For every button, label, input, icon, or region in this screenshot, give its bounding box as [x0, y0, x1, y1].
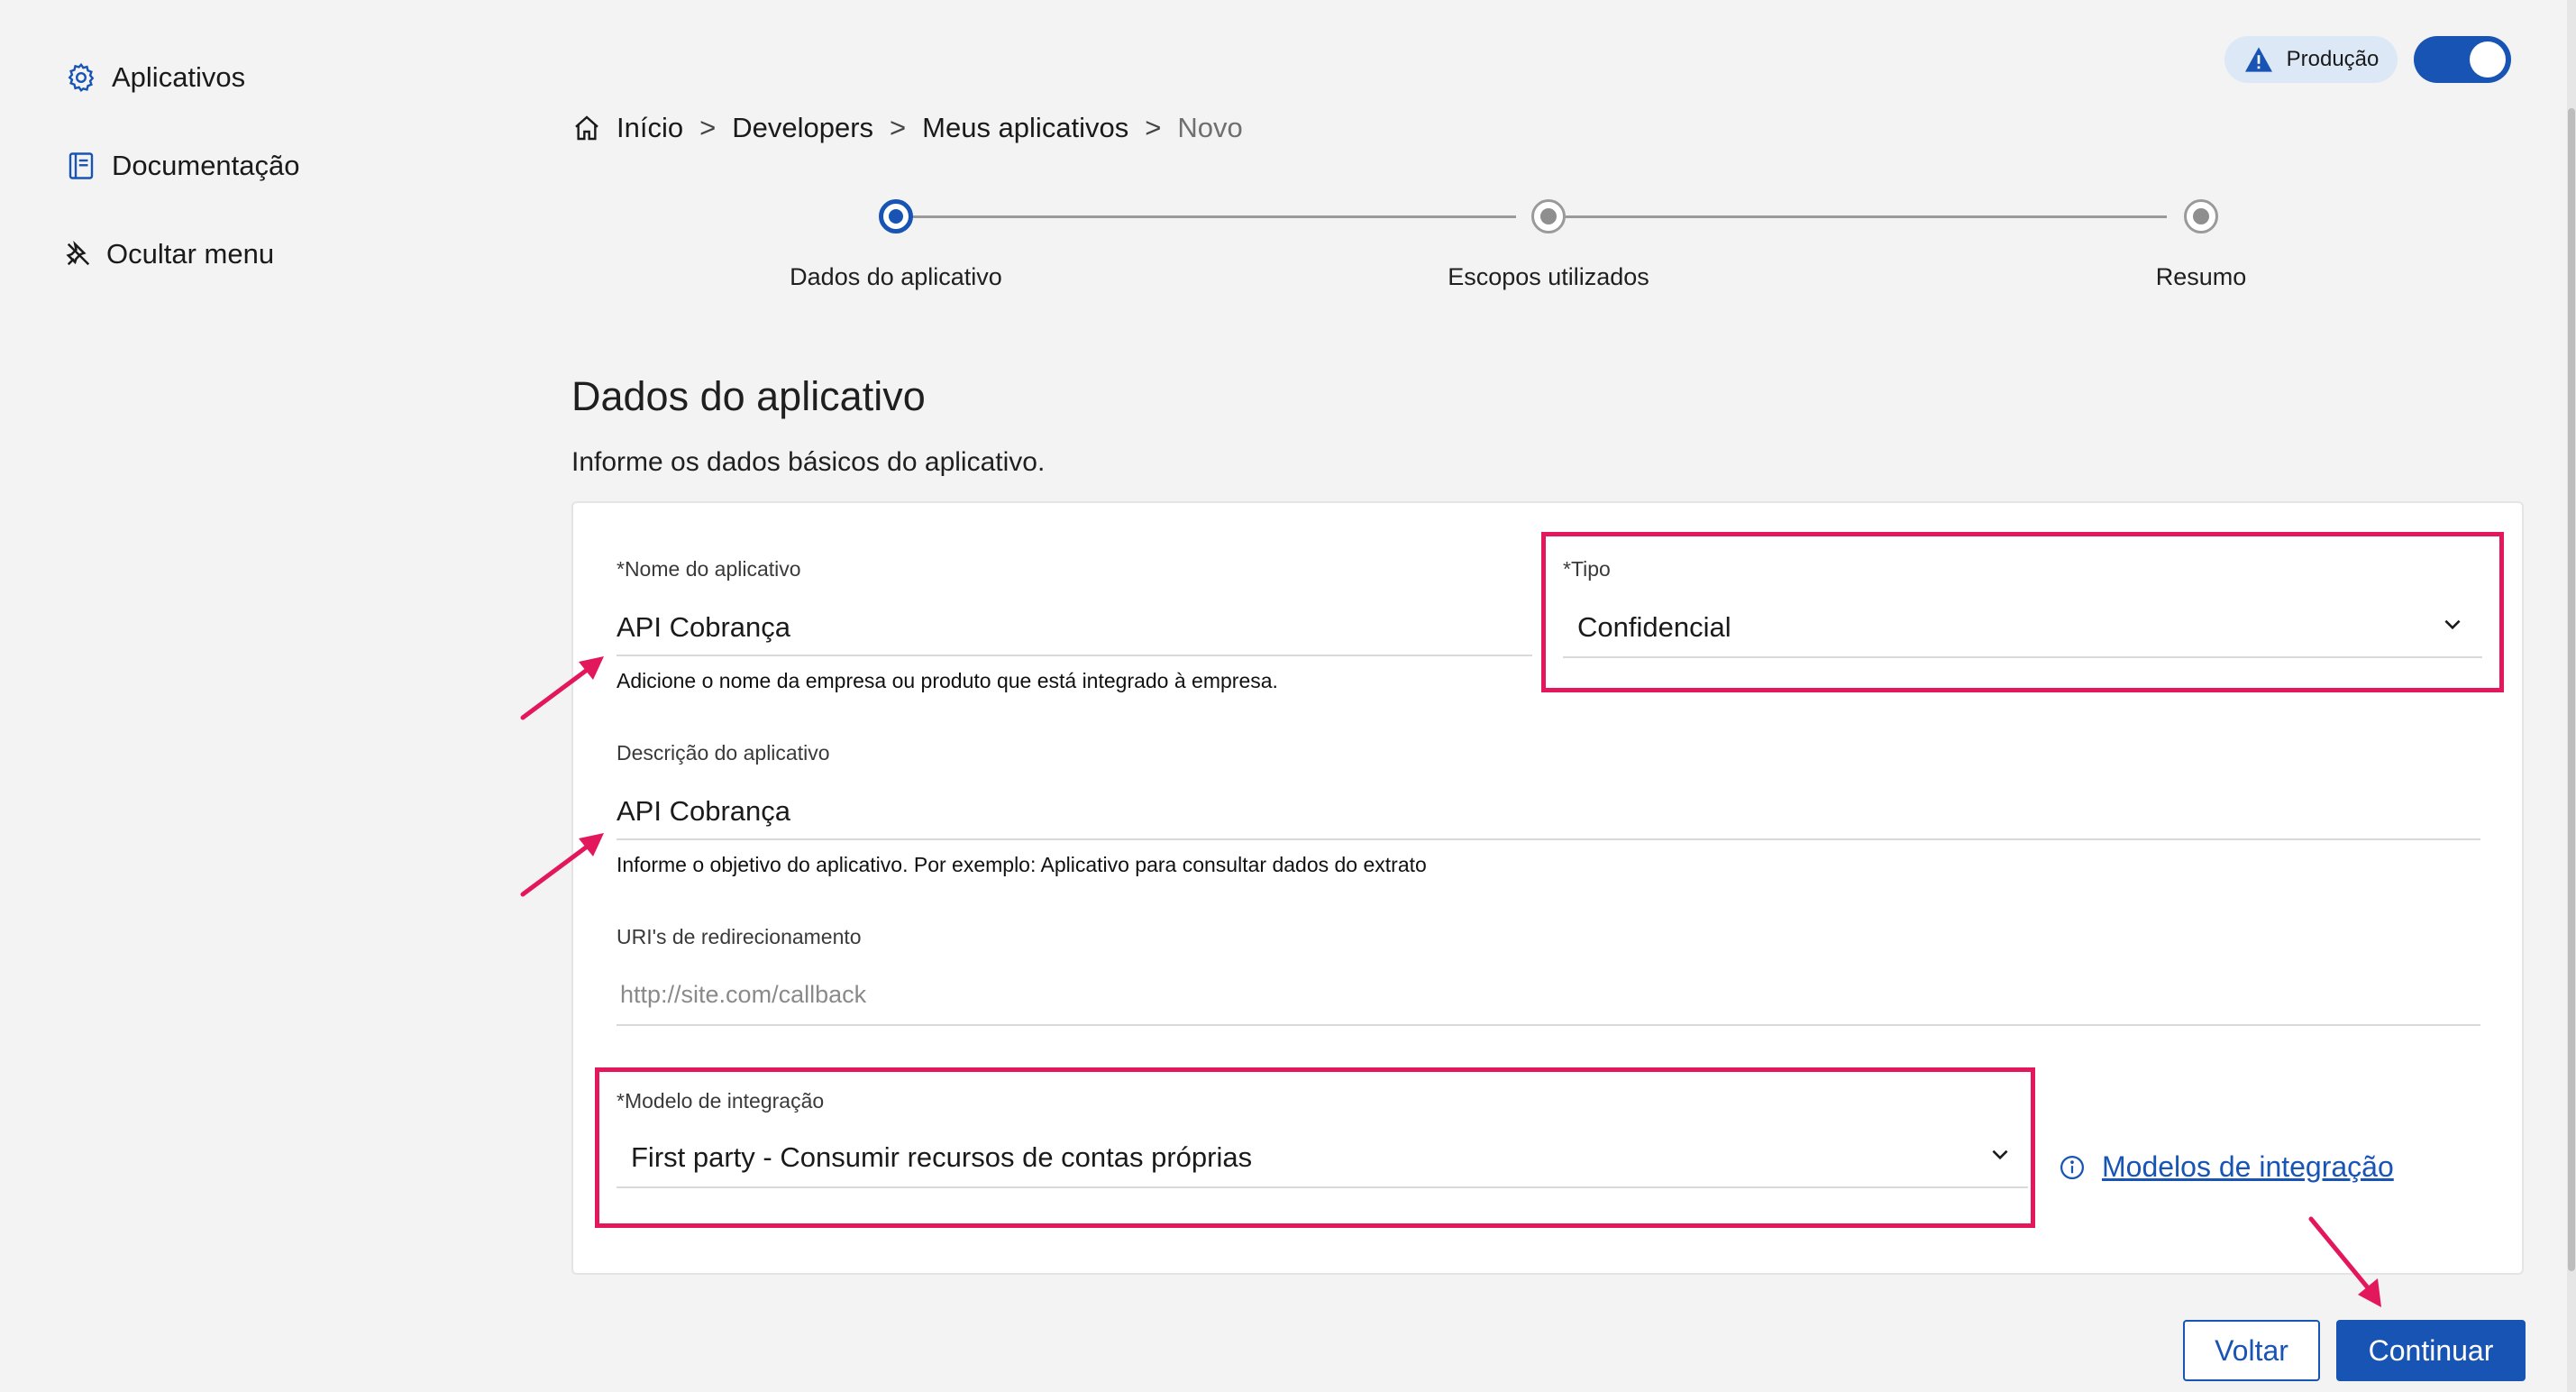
description-field-help: Informe o objetivo do aplicativo. Por ex… — [617, 853, 1427, 876]
integration-models-link-label: Modelos de integração — [2102, 1150, 2394, 1183]
gear-icon — [68, 62, 95, 92]
scrollbar-thumb[interactable] — [2568, 108, 2575, 1271]
description-field-underline — [617, 838, 2480, 840]
step-1-indicator — [879, 199, 913, 234]
annotation-highlight-integration-model — [595, 1067, 2035, 1228]
annotation-arrow — [520, 656, 604, 720]
name-field-label: *Nome do aplicativo — [617, 557, 801, 581]
annotation-highlight-type — [1541, 532, 2504, 692]
sidebar-item-documentacao[interactable]: Documentação — [65, 150, 300, 182]
breadcrumb-separator: > — [890, 112, 907, 143]
integration-models-link[interactable]: Modelos de integração — [2059, 1150, 2394, 1184]
scrollbar[interactable] — [2567, 0, 2576, 1392]
name-field[interactable]: API Cobrança — [617, 611, 790, 644]
stepper-connector — [1565, 215, 2167, 218]
description-field-label: Descrição do aplicativo — [617, 741, 830, 765]
sidebar-item-label: Aplicativos — [112, 61, 246, 93]
step-1-label: Dados do aplicativo — [790, 263, 1002, 290]
breadcrumb: Início > Developers > Meus aplicativos >… — [571, 112, 1243, 144]
annotation-arrow — [2308, 1216, 2381, 1307]
sidebar-item-label: Ocultar menu — [106, 238, 275, 270]
environment-badge: Produção — [2224, 36, 2398, 83]
stepper-connector — [912, 215, 1516, 218]
environment-label: Produção — [2286, 47, 2380, 71]
breadcrumb-separator: > — [1145, 112, 1162, 143]
step-3-indicator — [2184, 199, 2218, 234]
breadcrumb-meus-aplicativos[interactable]: Meus aplicativos — [922, 112, 1128, 144]
redirect-uri-label: URI's de redirecionamento — [617, 925, 862, 948]
sidebar: Aplicativos Documentação Ocultar menu — [0, 0, 505, 1392]
environment-toggle[interactable] — [2414, 36, 2511, 83]
annotation-arrow — [520, 833, 604, 897]
breadcrumb-developers[interactable]: Developers — [732, 112, 873, 144]
page-title: Dados do aplicativo — [571, 373, 926, 419]
sidebar-item-label: Documentação — [112, 150, 300, 181]
breadcrumb-separator: > — [699, 112, 717, 143]
unpin-icon — [66, 241, 90, 266]
name-field-help: Adicione o nome da empresa ou produto qu… — [617, 669, 1278, 692]
sidebar-item-aplicativos[interactable]: Aplicativos — [65, 61, 245, 94]
back-button[interactable]: Voltar — [2183, 1320, 2320, 1381]
redirect-uri-input[interactable]: http://site.com/callback — [620, 981, 866, 1009]
step-2-indicator — [1531, 199, 1566, 234]
redirect-uri-underline — [617, 1024, 2480, 1026]
warning-icon — [2244, 47, 2272, 72]
sidebar-item-ocultar-menu[interactable]: Ocultar menu — [65, 238, 274, 270]
step-2-label: Escopos utilizados — [1448, 263, 1649, 290]
home-icon[interactable] — [571, 114, 602, 142]
continue-button[interactable]: Continuar — [2336, 1320, 2526, 1381]
page-subtitle: Informe os dados básicos do aplicativo. — [571, 447, 1046, 477]
step-3-label: Resumo — [2155, 263, 2247, 290]
name-field-underline — [617, 655, 1532, 656]
toggle-knob — [2470, 41, 2506, 78]
description-field[interactable]: API Cobrança — [617, 795, 790, 828]
breadcrumb-inicio[interactable]: Início — [617, 112, 683, 144]
breadcrumb-current: Novo — [1177, 112, 1243, 143]
book-icon — [69, 152, 94, 179]
info-icon — [2060, 1155, 2084, 1179]
